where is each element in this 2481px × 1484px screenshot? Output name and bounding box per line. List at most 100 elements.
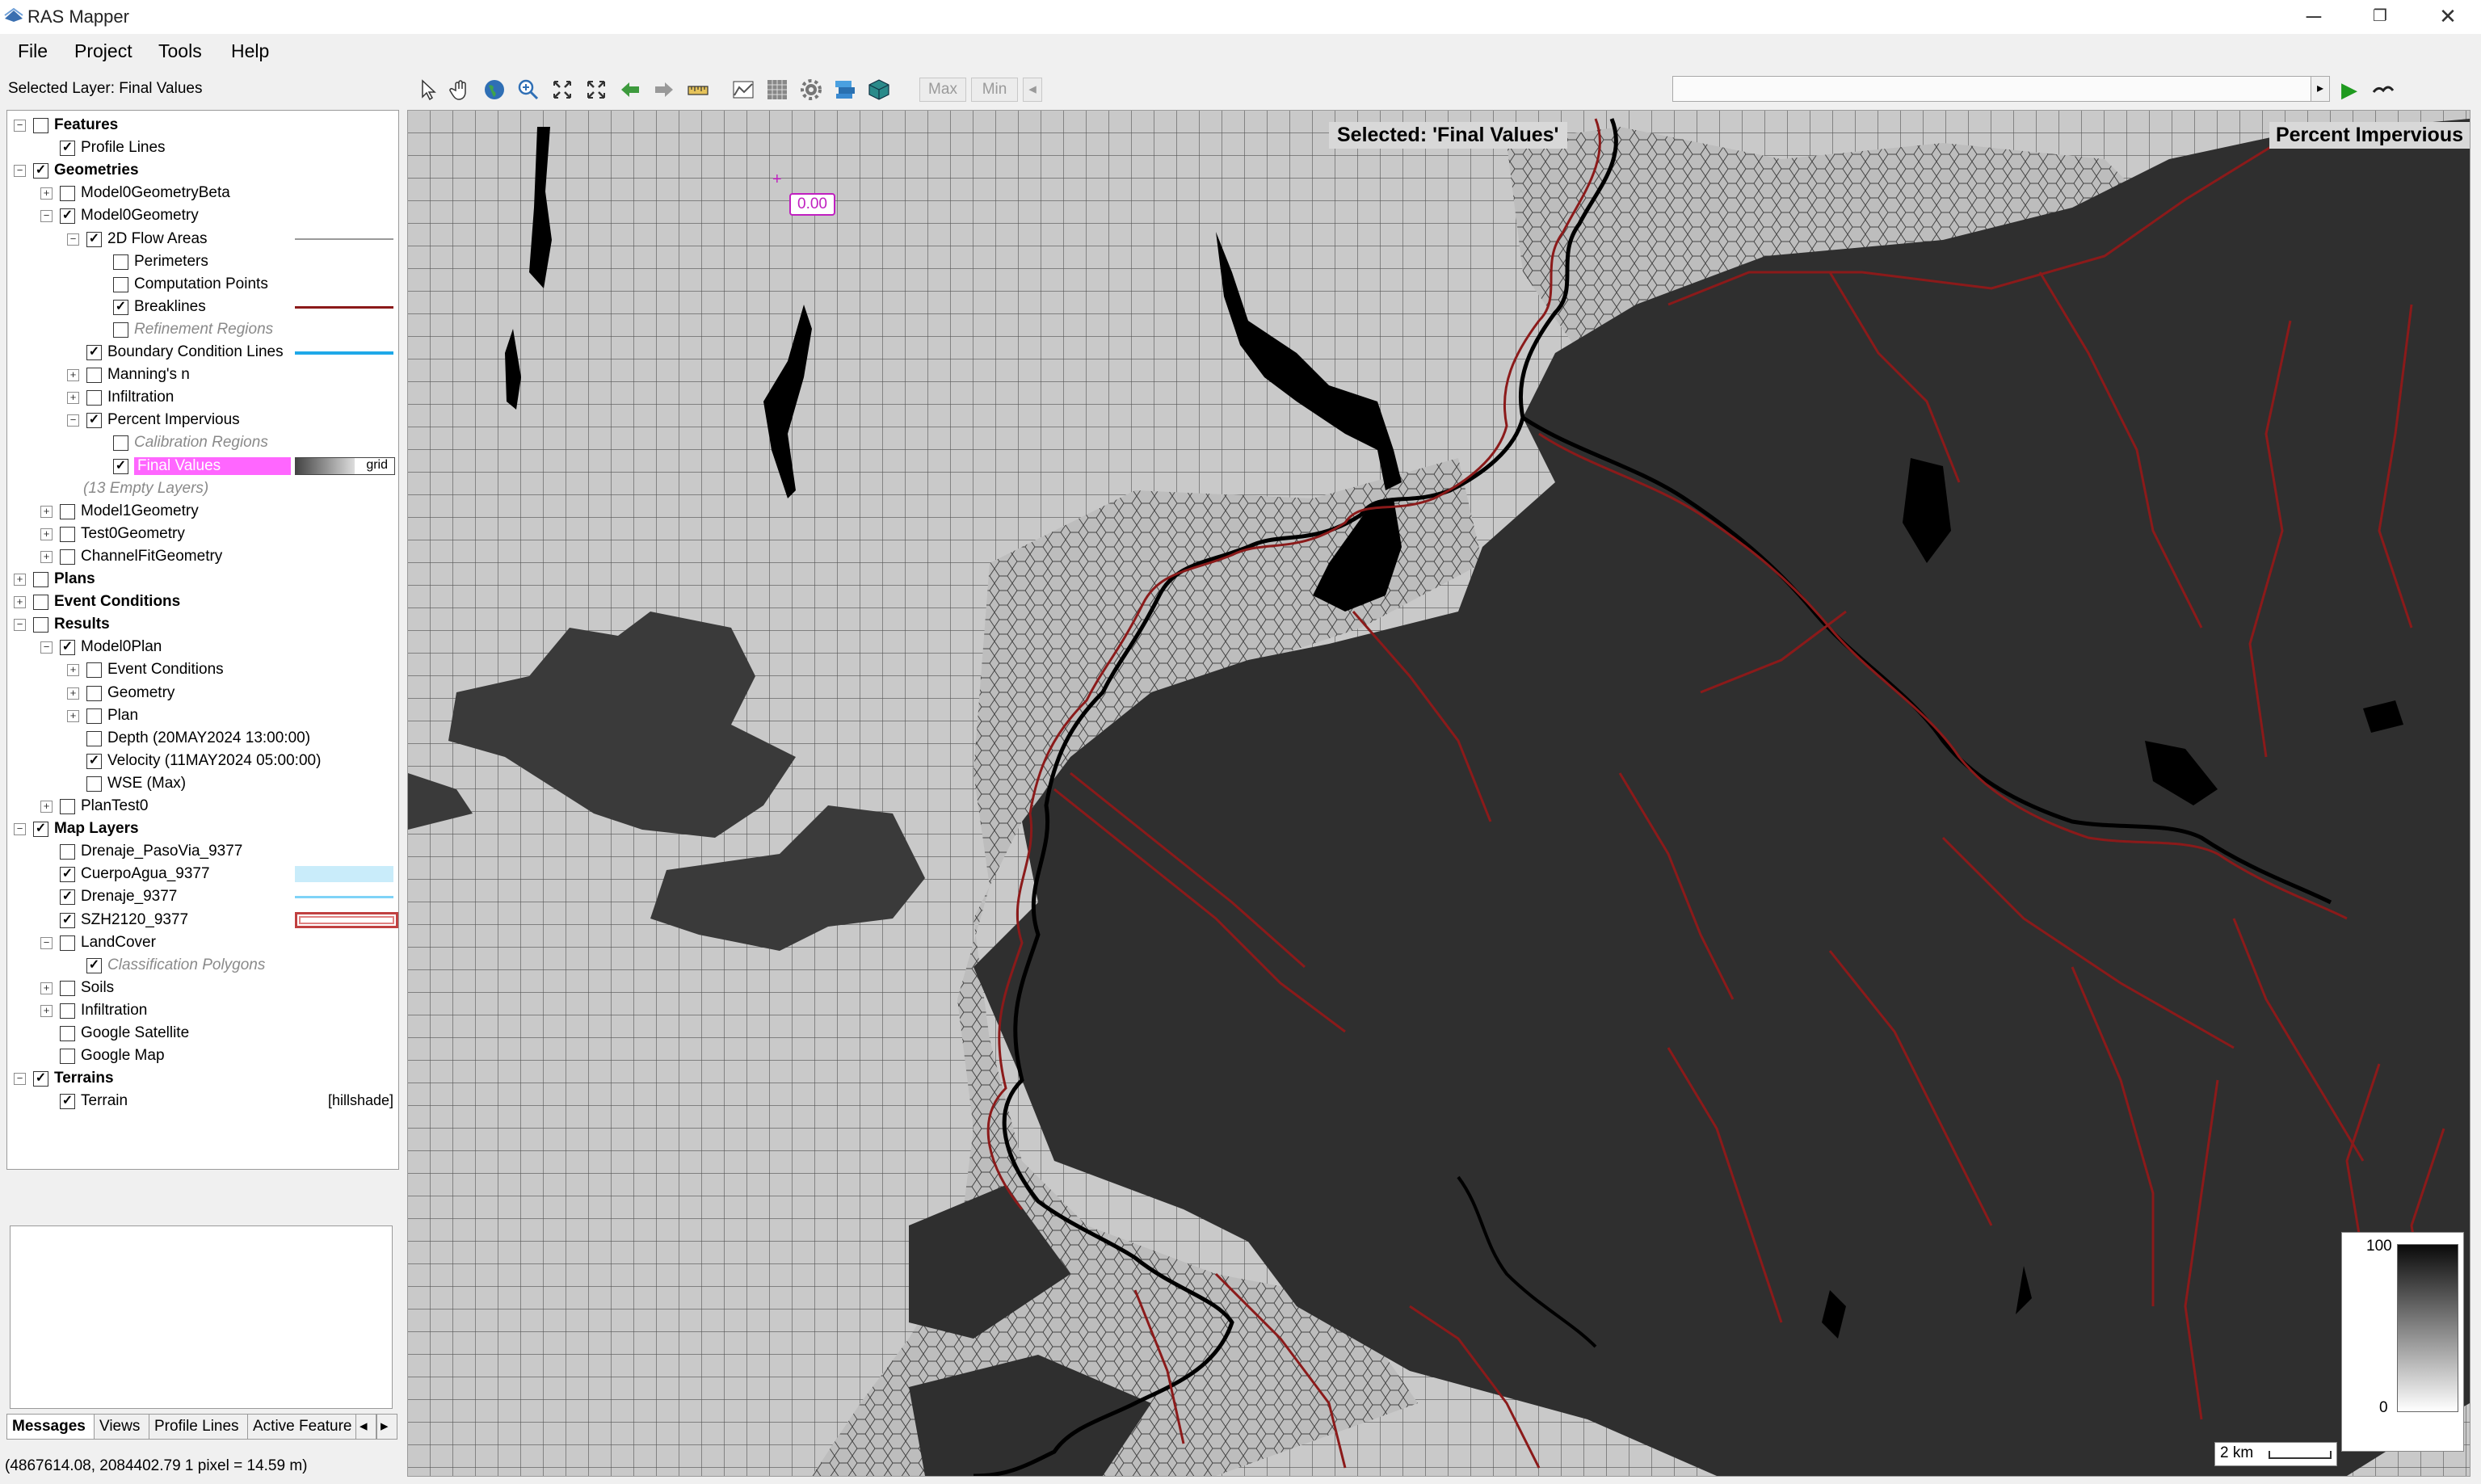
expand-toggle-icon[interactable]: + (40, 982, 53, 994)
close-button[interactable]: ✕ (2416, 0, 2480, 34)
layer-checkbox[interactable] (60, 549, 75, 565)
layer-checkbox[interactable] (60, 503, 75, 519)
layer-tree-row[interactable]: Computation Points (7, 273, 398, 296)
layer-tree-row[interactable]: ✓ Breaklines (7, 296, 398, 318)
minimize-button[interactable]: ─ (2281, 0, 2346, 34)
layer-tree-row[interactable]: ✓ Velocity (11MAY2024 05:00:00) (7, 750, 398, 772)
layer-tree-row[interactable]: − ✓ Geometries (7, 159, 398, 182)
layer-checkbox[interactable] (60, 799, 75, 814)
zoom-in-icon[interactable] (515, 77, 541, 103)
layer-tree-row[interactable]: − LandCover (7, 931, 398, 954)
select-arrow-icon[interactable] (415, 77, 441, 103)
layer-tree-row[interactable]: Refinement Regions (7, 318, 398, 341)
map-canvas[interactable]: + 0.00 Selected: 'Final Values' Percent … (407, 110, 2470, 1477)
layer-tree-row[interactable]: ✓ Boundary Condition Lines (7, 341, 398, 364)
expand-toggle-icon[interactable]: + (67, 664, 79, 677)
layer-tree-row[interactable]: Perimeters (7, 250, 398, 273)
collapse-toggle-icon[interactable]: − (40, 641, 53, 654)
layer-tree-row[interactable]: − ✓ Model0Plan (7, 636, 398, 658)
layer-tree-row[interactable]: Google Satellite (7, 1022, 398, 1045)
layer-tree-row[interactable]: + Event Conditions (7, 658, 398, 681)
layer-checkbox[interactable] (33, 572, 48, 587)
layer-tree-row[interactable]: ✓ Drenaje_9377 (7, 885, 398, 908)
back-arrow-icon[interactable] (617, 77, 643, 103)
layer-tree-row[interactable]: + Plans (7, 568, 398, 591)
time-slider[interactable] (1672, 76, 2312, 102)
layer-checkbox[interactable] (60, 844, 75, 860)
expand-toggle-icon[interactable]: + (40, 187, 53, 200)
grid-icon[interactable] (764, 77, 790, 103)
tab-scroll-right-button[interactable]: ▸ (376, 1414, 397, 1440)
layer-checkbox[interactable]: ✓ (86, 957, 102, 973)
menu-project[interactable]: Project (74, 40, 132, 62)
layer-tree-row[interactable]: Depth (20MAY2024 13:00:00) (7, 727, 398, 750)
layer-checkbox[interactable] (86, 390, 102, 406)
layer-tree-row[interactable]: ✓ SZH2120_9377 (7, 909, 398, 931)
layer-tree-row[interactable]: + Infiltration (7, 386, 398, 409)
layer-tree-row[interactable]: − ✓ Terrains (7, 1067, 398, 1090)
collapse-toggle-icon[interactable]: − (14, 619, 26, 632)
layer-checkbox[interactable] (60, 1026, 75, 1041)
layer-tree-row[interactable]: + Test0Geometry (7, 523, 398, 545)
layer-tree-row[interactable]: + PlanTest0 (7, 795, 398, 818)
layer-checkbox[interactable] (33, 617, 48, 633)
layer-checkbox[interactable]: ✓ (86, 413, 102, 429)
layer-tree-row[interactable]: + ChannelFitGeometry (7, 545, 398, 568)
restore-button[interactable]: ❐ (2348, 0, 2412, 34)
collapse-toggle-icon[interactable]: − (67, 233, 79, 246)
layer-tree-row[interactable]: Google Map (7, 1045, 398, 1067)
globe-icon[interactable] (481, 77, 507, 103)
layer-checkbox[interactable]: ✓ (86, 231, 102, 247)
collapse-toggle-icon[interactable]: − (14, 823, 26, 836)
layer-checkbox[interactable]: ✓ (60, 208, 75, 225)
expand-toggle-icon[interactable]: + (67, 369, 79, 382)
layer-checkbox[interactable]: ✓ (60, 912, 75, 928)
layer-tree-row[interactable]: + Model1Geometry (7, 500, 398, 523)
layer-tree-row[interactable]: + Infiltration (7, 999, 398, 1022)
pan-hand-icon[interactable] (448, 77, 473, 103)
layer-tree-row[interactable]: − Results (7, 613, 398, 636)
layer-checkbox[interactable]: ✓ (86, 345, 102, 360)
layer-tree-row[interactable]: + Geometry (7, 682, 398, 704)
layer-checkbox[interactable] (60, 186, 75, 202)
layer-checkbox[interactable] (60, 1049, 75, 1065)
collapse-toggle-icon[interactable]: − (40, 936, 53, 949)
layer-checkbox[interactable]: ✓ (33, 163, 48, 179)
profile-chart-icon[interactable] (730, 77, 756, 103)
expand-toggle-icon[interactable]: + (67, 392, 79, 405)
expand-toggle-icon[interactable]: + (67, 709, 79, 722)
layer-checkbox[interactable]: ✓ (113, 299, 128, 315)
expand-toggle-icon[interactable]: + (40, 550, 53, 563)
expand-toggle-icon[interactable]: + (40, 528, 53, 540)
cube-icon[interactable] (866, 77, 892, 103)
layer-checkbox[interactable] (113, 322, 128, 338)
layer-checkbox[interactable] (60, 1003, 75, 1019)
layer-checkbox[interactable]: ✓ (33, 1071, 48, 1087)
collapse-toggle-icon[interactable]: − (14, 1073, 26, 1086)
forward-arrow-icon[interactable] (651, 77, 677, 103)
layer-checkbox[interactable] (86, 662, 102, 679)
animation-options-icon[interactable] (2370, 77, 2396, 103)
tab-views[interactable]: Views (94, 1414, 157, 1440)
layer-checkbox[interactable]: ✓ (60, 889, 75, 906)
layer-tree-row[interactable]: + Event Conditions (7, 591, 398, 613)
layer-checkbox[interactable] (86, 730, 102, 746)
layer-tree-row[interactable]: + Soils (7, 977, 398, 999)
layer-tree-row[interactable]: (13 Empty Layers) (7, 477, 398, 500)
collapse-toggle-icon[interactable]: − (14, 165, 26, 178)
layer-checkbox[interactable] (86, 685, 102, 701)
layer-tree-row[interactable]: − ✓ Model0Geometry (7, 204, 398, 227)
play-icon[interactable]: ▶ (2336, 77, 2362, 103)
layer-checkbox[interactable]: ✓ (60, 141, 75, 157)
layer-tree-row[interactable]: Calibration Regions (7, 431, 398, 454)
layer-checkbox[interactable]: ✓ (33, 822, 48, 838)
layer-checkbox[interactable] (113, 276, 128, 292)
expand-toggle-icon[interactable]: + (14, 574, 26, 586)
layer-tree-row[interactable]: − Features (7, 114, 398, 137)
layer-checkbox[interactable] (60, 935, 75, 951)
expand-toggle-icon[interactable]: + (40, 801, 53, 813)
layer-checkbox[interactable] (86, 368, 102, 384)
collapse-toggle-icon[interactable]: − (67, 414, 79, 427)
slider-back-button[interactable]: ◂ (1023, 78, 1042, 102)
tab-scroll-left-button[interactable]: ◂ (355, 1414, 376, 1440)
